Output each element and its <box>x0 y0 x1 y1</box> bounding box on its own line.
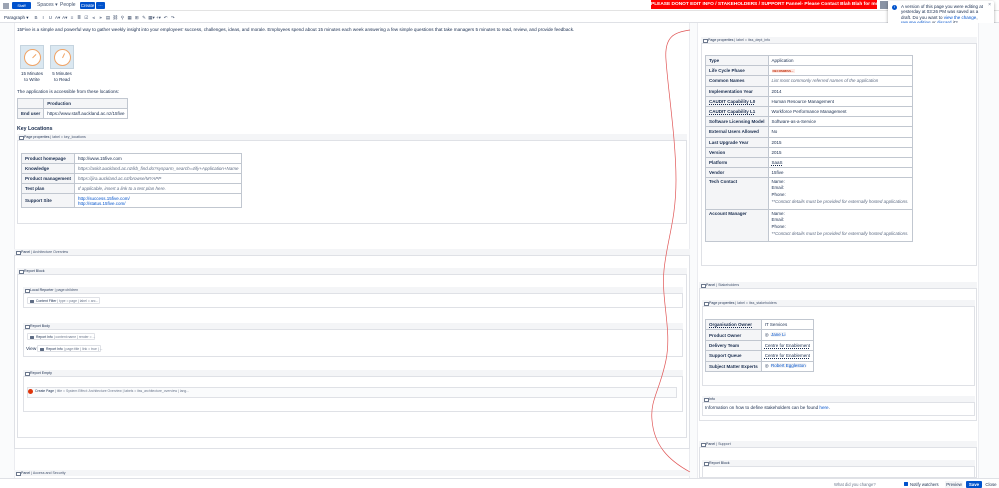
notify-watchers-checkbox[interactable] <box>904 482 908 486</box>
notify-watchers-label: Notify watchers <box>910 482 939 487</box>
close-button[interactable]: Close <box>984 481 998 488</box>
change-comment-input[interactable]: What did you change? <box>834 481 900 488</box>
preview-button[interactable]: Preview <box>945 481 963 488</box>
red-annotation-outline <box>651 29 691 473</box>
editor-footer: What did you change? Notify watchers Pre… <box>0 478 999 488</box>
save-button[interactable]: Save <box>966 481 982 488</box>
